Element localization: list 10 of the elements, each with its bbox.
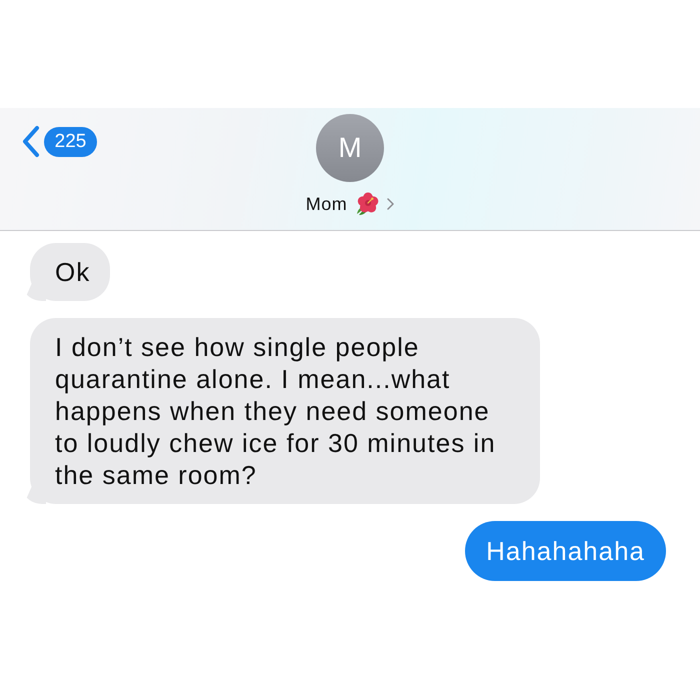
received-message-bubble: I don’t see how single people quarantine alone. I mean...what happens when they need someone to loudly chew ice for 30 minutes in the same room? bbox=[24, 318, 540, 504]
flower-icon bbox=[355, 192, 380, 216]
chevron-right-icon bbox=[387, 198, 394, 210]
contact-avatar[interactable]: M bbox=[316, 114, 384, 182]
back-button[interactable]: 225 bbox=[22, 125, 97, 158]
unread-count-badge: 225 bbox=[44, 126, 97, 156]
received-message-bubble: Ok bbox=[24, 243, 110, 301]
sent-message-bubble: Hahahahaha bbox=[465, 521, 666, 581]
contact-name[interactable]: Mom bbox=[306, 194, 348, 214]
back-chevron-icon bbox=[22, 125, 40, 158]
